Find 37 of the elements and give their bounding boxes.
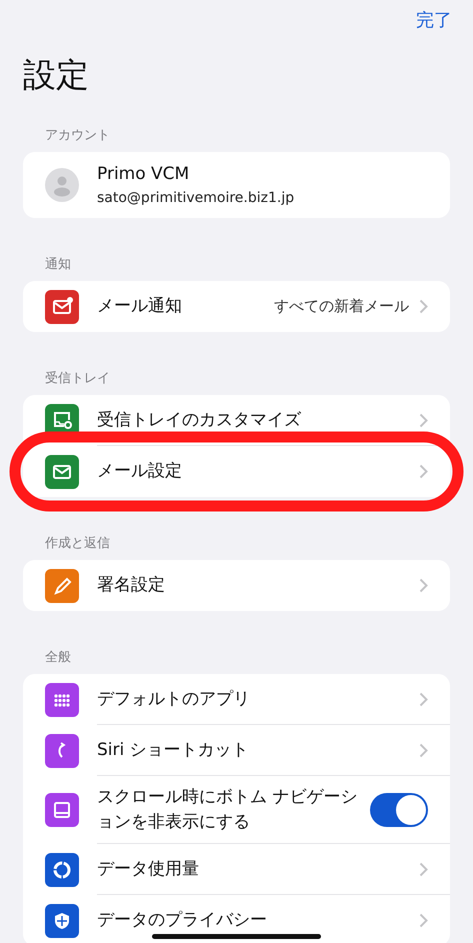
row-label: データのプライバシー [97,909,268,932]
toggle-switch[interactable] [370,792,428,826]
row-label: デフォルトのアプリ [97,688,251,710]
section-header: アカウント [45,128,111,144]
row-label: スクロール時にボトム ナビゲーションを非表示にする [97,786,358,834]
section-header: 全般 [45,650,72,666]
settings-row[interactable]: データ使用量 [23,844,450,895]
account-name: Primo VCM [97,164,190,184]
page-title: 設定 [23,54,90,96]
settings-row[interactable]: デフォルトのアプリ [23,674,450,725]
row-label: 署名設定 [97,574,166,597]
section-header: 作成と返信 [45,536,111,552]
row-label: メール設定 [97,460,183,483]
chevron-icon [419,412,428,428]
settings-row[interactable]: スクロール時にボトム ナビゲーションを非表示にする [23,776,450,844]
chevron-icon [419,742,428,758]
row-label: Siri ショートカット [97,738,250,762]
chevron-icon [419,913,428,928]
section-header: 受信トレイ [45,371,111,387]
section-header: 通知 [45,257,72,273]
row-label: メール通知 [97,295,183,318]
settings-row[interactable]: Siri ショートカット [23,725,450,776]
account-card[interactable]: Primo VCM sato@primitivemoire.biz1.jp [23,152,450,218]
settings-row[interactable]: 受信トレイのカスタマイズ [23,395,450,446]
chevron-icon [419,862,428,876]
row-label: 受信トレイのカスタマイズ [97,408,302,432]
chevron-icon [419,692,428,706]
settings-row[interactable]: メール通知 すべての新着メール [23,281,450,332]
done-button[interactable]: 完了 [416,5,452,35]
account-email: sato@primitivemoire.biz1.jp [97,190,294,206]
chevron-icon [419,464,428,479]
settings-row[interactable]: 署名設定 [23,560,450,611]
chevron-icon [419,299,428,314]
chevron-icon [419,578,428,593]
row-label: データ使用量 [97,858,200,880]
avatar-icon [45,168,79,202]
row-value: すべての新着メール [274,297,409,316]
